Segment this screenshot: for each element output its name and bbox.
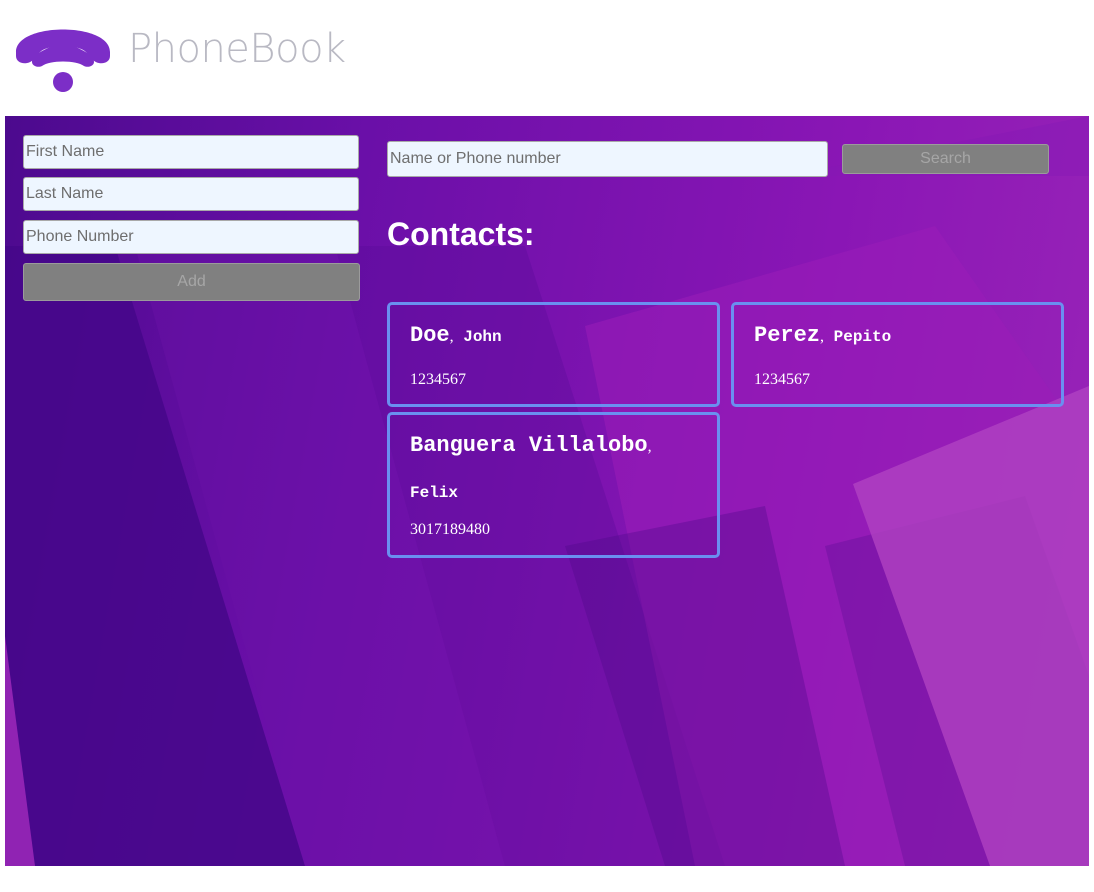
phone-number-input[interactable] xyxy=(23,220,359,254)
contact-first-name: Pepito xyxy=(833,328,892,346)
main-panel: Add Search Contacts: Doe, John 1234567 P… xyxy=(5,116,1089,866)
app-title: PhoneBook xyxy=(128,26,346,72)
contact-last-name: Doe xyxy=(410,323,450,348)
contact-last-name: Banguera Villalobo xyxy=(410,433,648,458)
contact-first-name: Felix xyxy=(410,484,459,502)
contact-phone: 1234567 xyxy=(410,371,466,388)
wifi-phone-icon xyxy=(16,29,110,92)
contact-last-name: Perez xyxy=(754,323,821,348)
first-name-input[interactable] xyxy=(23,135,359,169)
contact-name: Doe, John xyxy=(410,323,502,348)
contact-card[interactable]: Perez, Pepito 1234567 xyxy=(731,302,1064,407)
last-name-input[interactable] xyxy=(23,177,359,211)
add-button[interactable]: Add xyxy=(23,263,360,301)
contact-card[interactable]: Doe, John 1234567 xyxy=(387,302,720,407)
contact-phone: 1234567 xyxy=(754,371,810,388)
contact-name: Banguera Villalobo, Felix xyxy=(410,433,652,502)
contact-phone: 3017189480 xyxy=(410,521,490,538)
contact-card[interactable]: Banguera Villalobo, Felix 3017189480 xyxy=(387,412,720,558)
contacts-heading: Contacts: xyxy=(387,216,535,252)
header: PhoneBook xyxy=(0,0,1094,116)
contact-first-name: John xyxy=(463,328,502,346)
contact-name: Perez, Pepito xyxy=(754,323,892,348)
search-input[interactable] xyxy=(387,141,828,177)
search-button[interactable]: Search xyxy=(842,144,1049,174)
